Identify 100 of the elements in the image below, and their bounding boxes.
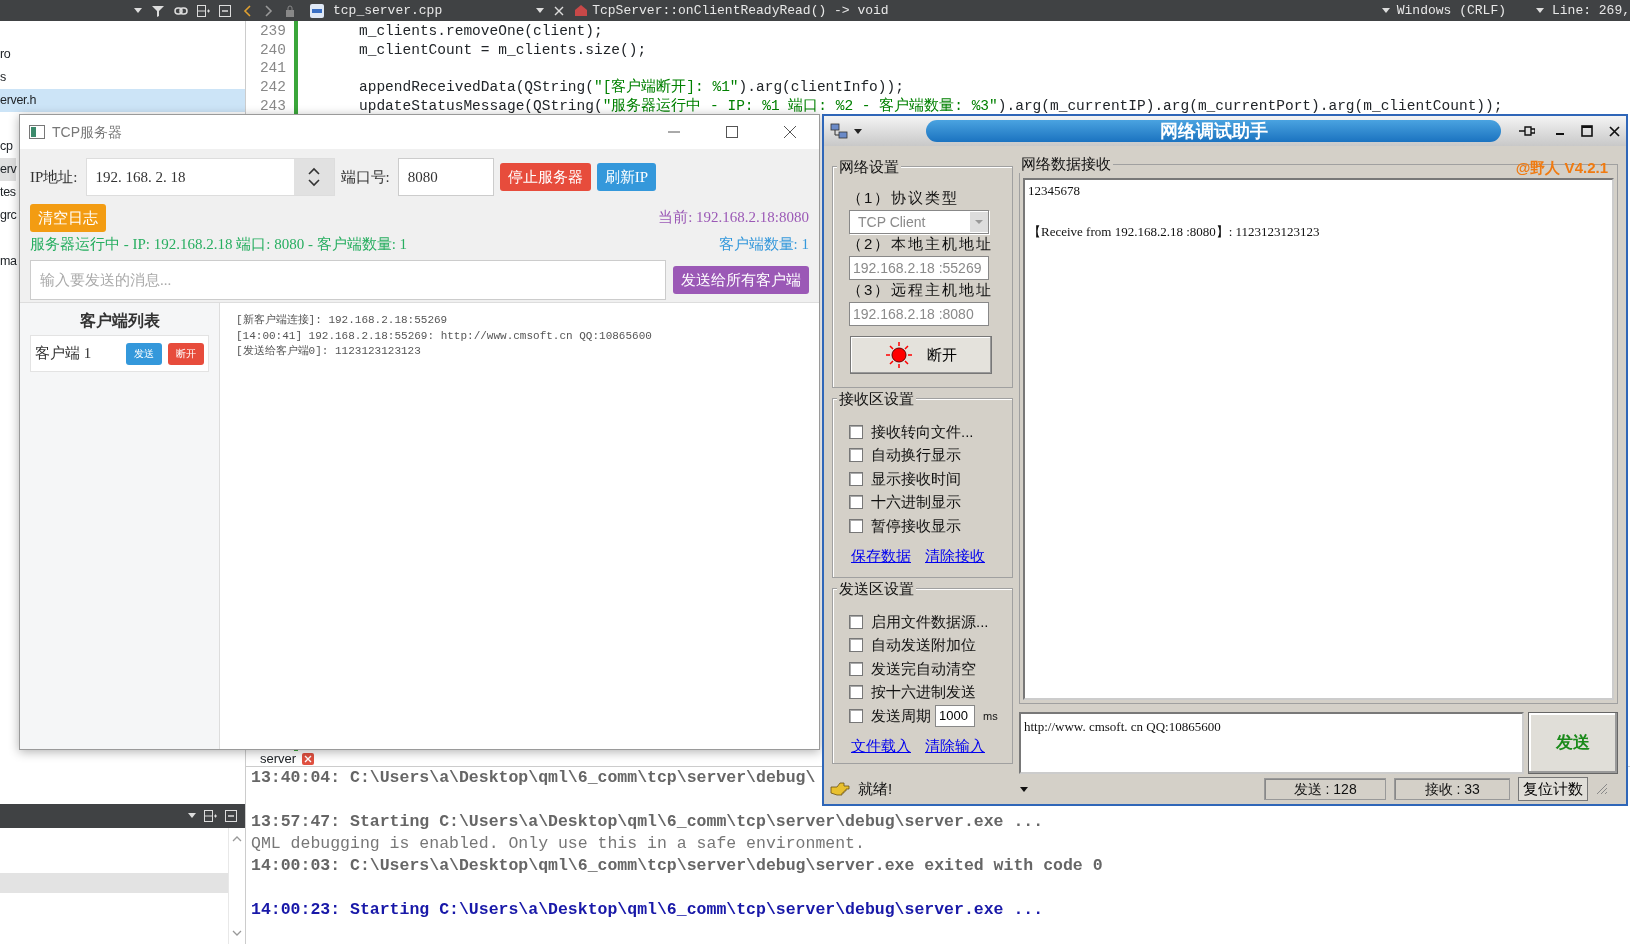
remote-address-label: （3）远程主机地址 [847,280,995,300]
reset-count-button[interactable]: 复位计数 [1518,777,1589,801]
file-tree-item[interactable]: cp [0,112,13,158]
link[interactable]: 保存数据 [851,544,911,567]
dropdown-caret-icon[interactable] [1020,786,1029,792]
disconnect-button[interactable]: 断开 [168,342,204,365]
window-title: 网络调试助手 [926,120,1501,142]
checkbox[interactable] [849,708,863,723]
checkbox[interactable] [849,614,863,629]
output-line: 14:00:23: Starting C:\Users\a\Desktop\qml\6_comm\tcp\server\debug\server.exe ... [251,899,1044,921]
file-tree-item[interactable]: tes [0,181,16,204]
scroll-down-icon[interactable] [232,930,242,936]
checkbox-label: 自动发送附加位 [871,635,976,655]
filter-icon[interactable] [152,4,164,17]
maximize-icon[interactable] [1581,125,1593,137]
dropdown-caret-icon[interactable] [134,7,142,14]
output-tab[interactable]: server [260,751,297,766]
local-address-label: （2）本地主机地址 [847,234,995,254]
close-pane-icon[interactable] [225,810,237,822]
close-pane-icon[interactable] [219,4,231,17]
version-label: @野人 V4.2.1 [1515,158,1608,178]
lock-icon[interactable] [285,4,295,17]
send-input[interactable]: http://www. cmsoft. cn QQ:10865600 [1019,712,1524,774]
file-tree-item[interactable]: erv [0,158,17,181]
checkbox-label: 十六进制显示 [871,492,961,512]
group-title: 发送区设置 [837,580,916,598]
checkbox[interactable] [849,661,863,676]
link[interactable]: 文件载入 [851,734,911,757]
dropdown-caret-icon[interactable] [1381,7,1390,14]
checkbox[interactable] [849,471,863,486]
period-field[interactable]: 1000 [935,704,975,727]
received-line: 12345678 [1028,181,1080,199]
link-icon[interactable] [174,5,188,16]
log-line: [发送给客户端0]: 1123123123123 [236,345,421,357]
line-number: 242 [258,78,286,97]
dropdown-caret-icon[interactable] [188,813,196,819]
checkbox[interactable] [849,495,863,510]
file-tree-item[interactable]: erver.h [0,89,245,112]
code-line: m_clients.removeOne(client); [359,23,603,39]
line-number: 240 [258,40,286,60]
send-all-button[interactable]: 发送给所有客户端 [673,266,809,294]
checkbox[interactable] [849,685,863,700]
checkbox-label: 自动换行显示 [871,445,961,465]
file-tree-item[interactable]: ro [0,43,11,66]
group-title: 网络设置 [837,158,901,176]
spin-arrows-icon[interactable] [307,167,320,187]
dropdown-caret-icon[interactable] [854,128,862,134]
checkbox-label: 发送完自动清空 [871,658,976,679]
checkbox[interactable] [849,424,863,439]
link[interactable]: 清除输入 [925,734,985,757]
code-line: m_clientCount = m_clients.size(); [359,41,647,58]
stop-server-button[interactable]: 停止服务器 [499,163,591,191]
checkbox-label: 接收转向文件... [871,421,974,442]
code-line: updateStatusMessage(QString("服务器运行中 - IP: %1 端口: %2 - 客户端数量: %3").arg(m_currentIP).arg(m_currentPort).arg(m_clientCount)); [359,97,1503,114]
checkbox-label: 启用文件数据源... [871,611,989,632]
sent-counter: 发送 : 128 [1264,778,1387,800]
close-icon[interactable] [784,126,796,138]
server-status: 服务器运行中 - IP: 192.168.2.18 端口: 8080 - 客户端数量: 1 [30,235,408,254]
port-label: 端口号: [340,167,390,187]
received-line: 【Receive from 192.168.2.18 :8080】: 1123123123123 [1028,222,1320,240]
maximize-icon[interactable] [726,126,738,138]
log-line: [新客户端连接]: 192.168.2.18:55269 [236,314,448,326]
current-address: 当前: 192.168.2.18:8080 [658,208,809,228]
client-list-title: 客户端列表 [78,311,161,331]
received-counter: 接收 : 33 [1394,778,1511,800]
resize-grip-icon[interactable] [1596,783,1609,795]
checkbox[interactable] [849,448,863,463]
checkbox[interactable] [849,518,863,533]
checkbox-label: 按十六进制发送 [871,682,976,702]
dropdown-caret-icon[interactable] [536,7,545,14]
link[interactable]: 清除接收 [925,544,985,567]
line-number: 243 [258,96,286,116]
window-title: TCP服务器 [52,122,122,142]
unit-label: ms [983,708,998,724]
line-ending-selector[interactable]: Windows (CRLF) [1396,0,1506,21]
scroll-up-icon[interactable] [232,836,242,842]
checkbox[interactable] [849,638,863,653]
output-line: 13:40:04: C:\Users\a\Desktop\qml\6_comm\tcp\server\debug\ [251,767,816,789]
group-title: 接收区设置 [837,390,916,408]
network-icon[interactable] [830,123,848,139]
file-tree-item[interactable]: ma [0,227,17,273]
checkbox-label: 发送周期 [871,705,931,726]
code-line: appendReceivedData(QString("[客户端断开]: %1").arg(clientInfo)); [359,79,904,96]
dropdown-caret-icon[interactable] [1536,7,1544,14]
symbol-selector[interactable]: TcpServer::onClientReadyRead() -> void [592,0,889,21]
close-icon[interactable] [1609,125,1620,137]
file-tab[interactable]: tcp_server.cpp [333,0,443,21]
pin-icon[interactable] [1519,125,1535,137]
line-number: 239 [258,22,286,41]
disconnect-button[interactable]: 断开 [850,336,992,374]
ip-spin-box[interactable]: 192. 168. 2. 18 [85,158,335,196]
message-field[interactable]: 输入要发送的消息... [30,260,666,300]
split-icon[interactable] [197,4,210,17]
pointing-hand-icon [830,781,850,797]
checkbox-label: 暂停接收显示 [871,515,961,536]
output-line: QML debugging is enabled. Only use this in a safe environment. [251,833,865,855]
file-tree-item[interactable]: grc [0,204,17,227]
port-field[interactable]: 8080 [397,158,494,196]
split-icon[interactable] [204,810,217,822]
file-tree-item[interactable]: s [0,66,6,89]
